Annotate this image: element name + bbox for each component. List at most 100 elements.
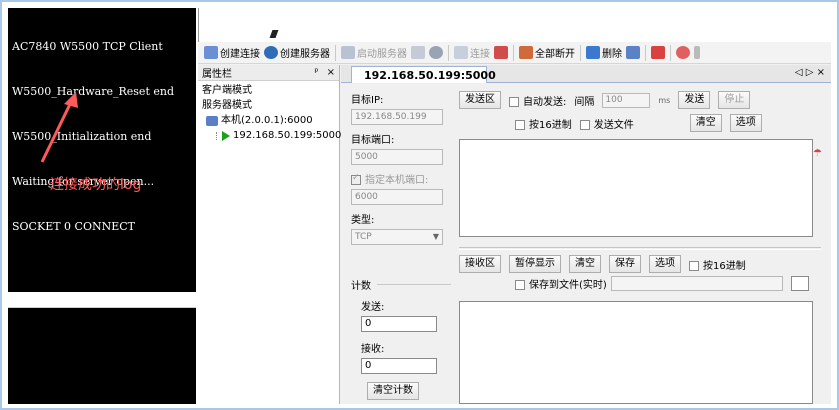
send-button[interactable]: 发送 <box>678 91 711 109</box>
clear-count-button[interactable]: 清空计数 <box>367 382 419 400</box>
local-port-label: 指定本机端口: <box>365 175 429 186</box>
target-ip-field[interactable]: 192.168.50.199 <box>351 109 443 125</box>
receive-area-button[interactable]: 接收区 <box>459 255 501 273</box>
send-options-row: 按16进制 发送文件 清空 选项 <box>459 114 821 132</box>
connected-play-icon <box>222 130 230 141</box>
auto-send-check[interactable] <box>509 96 519 107</box>
record-icon[interactable] <box>651 46 665 59</box>
toolbar-divider <box>645 44 646 61</box>
receive-textarea[interactable] <box>459 301 813 404</box>
disconnect-icon[interactable] <box>494 46 508 59</box>
receive-controls-row: 接收区 暂停显示 清空 保存 选项 按16进制 <box>459 255 821 273</box>
save-path-field[interactable] <box>610 276 783 291</box>
browse-button[interactable] <box>790 276 809 291</box>
chevron-down-icon: ▼ <box>432 232 439 241</box>
save-button[interactable]: 保存 <box>609 255 641 273</box>
tree-connector <box>216 131 217 140</box>
tree-item-label: 本机(2.0.0.1):6000 <box>221 115 313 126</box>
tab-controls[interactable]: ◁ ▷ × <box>795 67 825 78</box>
create-server-icon <box>264 46 278 59</box>
send-file-check[interactable] <box>579 119 590 130</box>
toolbar-divider <box>670 44 671 61</box>
tree-item-client-mode[interactable]: 客户端模式 <box>202 83 339 98</box>
send-hex-checkbox[interactable]: 按16进制 <box>515 116 572 131</box>
local-port-check[interactable] <box>351 173 361 185</box>
type-select[interactable]: TCP ▼ <box>351 229 443 245</box>
pause-display-button[interactable]: 暂停显示 <box>509 255 561 273</box>
send-area-button[interactable]: 发送区 <box>459 91 501 109</box>
send-hex-check[interactable] <box>515 119 525 130</box>
receive-hex-label: 按16进制 <box>703 260 746 272</box>
stop-button[interactable]: 停止 <box>718 91 751 109</box>
tab-label: 192.168.50.199:5000 <box>364 68 496 82</box>
local-host-icon <box>206 115 218 126</box>
send-area: 发送区 自动发送: 间隔 100 ms 发送 停止 按16进制 发送文件 清空 … <box>459 91 821 246</box>
tab-strip: 192.168.50.199:5000 ◁ ▷ × <box>341 65 831 83</box>
close-icon[interactable]: × <box>327 67 335 78</box>
tree-item-label: 192.168.50.199:5000 <box>233 130 342 141</box>
counter-rule <box>377 284 451 285</box>
property-panel-header: 属性栏 ᵖ × <box>198 65 339 81</box>
send-file-checkbox[interactable]: 发送文件 <box>579 116 634 131</box>
send-controls-row: 发送区 自动发送: 间隔 100 ms 发送 停止 <box>459 91 821 109</box>
delete-button[interactable]: 删除 <box>586 45 622 60</box>
pane-splitter[interactable] <box>459 247 821 250</box>
tab-connection[interactable]: 192.168.50.199:5000 <box>351 66 496 83</box>
save-to-file-checkbox[interactable]: 保存到文件(实时) <box>515 276 607 291</box>
receive-area: 接收区 暂停显示 清空 保存 选项 按16进制 保存到文件(实时) <box>459 255 821 404</box>
tree-item-local[interactable]: 本机(2.0.0.1):6000 <box>202 113 339 128</box>
target-ip-label: 目标IP: <box>351 95 384 106</box>
receive-clear-button[interactable]: 清空 <box>569 255 601 273</box>
stop-server-icon[interactable] <box>411 46 425 59</box>
disconnect-all-icon <box>519 46 533 59</box>
receive-hex-checkbox[interactable]: 按16进制 <box>689 257 746 272</box>
save-to-file-check[interactable] <box>515 280 525 290</box>
auto-send-checkbox[interactable]: 自动发送: <box>509 93 566 108</box>
main-toolbar: 创建连接 创建服务器 启动服务器 连接 全部断开 删除 <box>198 42 831 64</box>
recv-count-field[interactable]: 0 <box>361 358 437 374</box>
disconnect-all-button[interactable]: 全部断开 <box>519 45 575 60</box>
start-server-icon <box>341 46 355 59</box>
settings-icon[interactable] <box>429 46 443 59</box>
tree-item-server-mode[interactable]: 服务器模式 <box>202 98 339 113</box>
delete-label: 删除 <box>602 49 622 60</box>
create-server-button[interactable]: 创建服务器 <box>264 45 330 60</box>
connect-button[interactable]: 连接 <box>454 45 490 60</box>
toolbar-overflow-icon[interactable] <box>694 46 700 59</box>
local-port-field[interactable]: 6000 <box>351 189 443 205</box>
help-icon[interactable] <box>676 46 690 59</box>
disconnect-all-label: 全部断开 <box>535 49 575 60</box>
counter-group: 计数 发送: 0 接收: 0 清空计数 <box>351 277 451 400</box>
tree-item-connection[interactable]: 192.168.50.199:5000 <box>202 128 342 143</box>
sent-count-field[interactable]: 0 <box>361 316 437 332</box>
start-server-button[interactable]: 启动服务器 <box>341 45 407 60</box>
interval-field[interactable]: 100 <box>602 92 651 108</box>
terminal-input-area[interactable] <box>8 308 196 404</box>
receive-options-button[interactable]: 选项 <box>649 255 681 273</box>
toolbar-divider <box>580 44 581 61</box>
auto-send-label: 自动发送: <box>523 96 567 108</box>
send-hex-label: 按16进制 <box>529 119 572 131</box>
counter-header: 计数 <box>351 277 451 292</box>
terminal-separator <box>8 292 196 308</box>
send-textarea[interactable] <box>459 139 813 237</box>
target-port-label: 目标端口: <box>351 135 395 146</box>
title-area <box>198 8 831 42</box>
network-icon[interactable] <box>626 46 640 59</box>
local-port-checkbox[interactable]: 指定本机端口: <box>351 171 451 186</box>
connection-tree: 客户端模式 服务器模式 本机(2.0.0.1):6000 192.168.50.… <box>198 81 342 143</box>
type-value: TCP <box>355 232 372 242</box>
interval-label: 间隔 <box>574 96 595 108</box>
delete-icon <box>586 46 600 59</box>
recv-count-label: 接收: <box>361 344 385 355</box>
send-clear-button[interactable]: 清空 <box>689 114 722 132</box>
network-tool-window: 创建连接 创建服务器 启动服务器 连接 全部断开 删除 属性栏 ᵖ × 客户端模… <box>198 8 831 404</box>
sent-count-label: 发送: <box>361 302 385 313</box>
receive-hex-check[interactable] <box>689 260 699 271</box>
create-connection-button[interactable]: 创建连接 <box>204 45 260 60</box>
terminal-line: SOCKET 0 CONNECT <box>12 220 136 233</box>
pin-icon[interactable]: ᵖ <box>314 67 318 78</box>
target-port-field[interactable]: 5000 <box>351 149 443 165</box>
create-connection-label: 创建连接 <box>220 49 260 60</box>
send-options-button[interactable]: 选项 <box>729 114 762 132</box>
